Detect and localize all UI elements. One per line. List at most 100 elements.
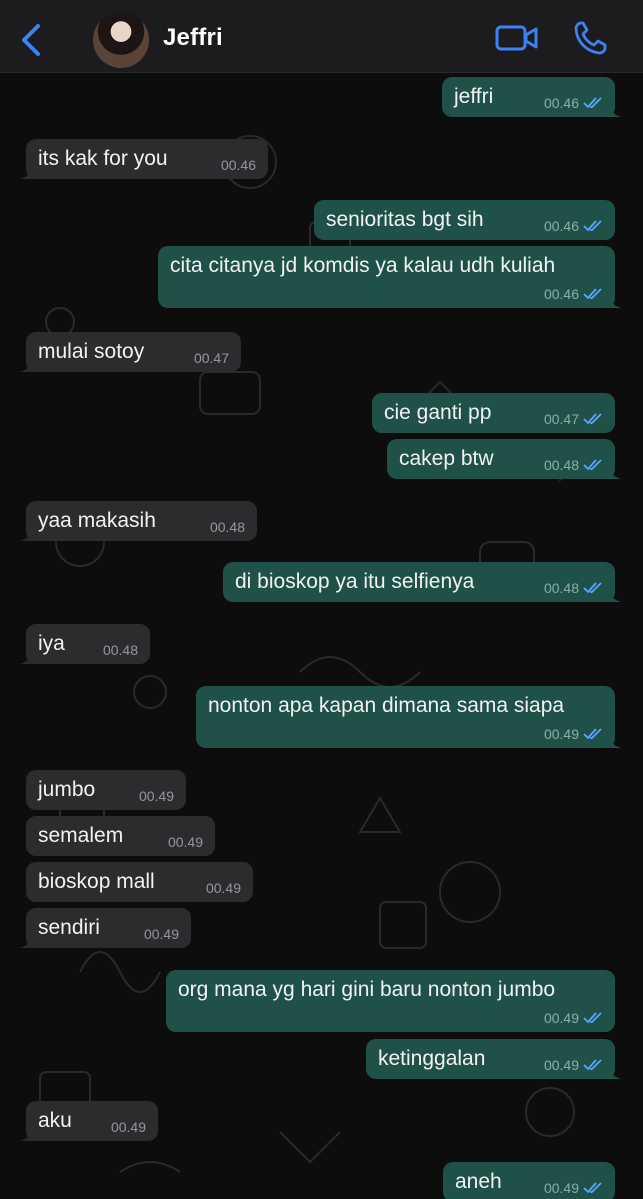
message-time: 00.48: [543, 580, 579, 596]
bubble-tail: [608, 586, 622, 602]
message-text: jumbo: [38, 778, 96, 801]
message-text: cita citanya jd komdis ya kalau udh kuli…: [170, 254, 556, 277]
message-time: 00.47: [193, 350, 229, 366]
message-bubble-incoming[interactable]: mulai sotoy 00.47: [19, 332, 241, 372]
message-meta: 00.49: [544, 1010, 603, 1026]
contact-name[interactable]: Jeffri: [163, 24, 223, 52]
message-time: 00.48: [209, 519, 245, 535]
message-time: 00.48: [543, 457, 579, 473]
message-text: iya: [38, 632, 65, 655]
bubble-tail: [19, 932, 33, 948]
message-time: 00.46: [543, 95, 579, 111]
message-meta: 00.49: [544, 1180, 603, 1196]
message-bubble-incoming[interactable]: its kak for you 00.46: [19, 139, 268, 179]
bubble-tail: [608, 732, 622, 748]
message-meta: 00.46: [544, 286, 603, 302]
read-receipt-icon: [583, 582, 602, 594]
message-bubble-outgoing[interactable]: nonton apa kapan dimana sama siapa 00.49: [196, 686, 622, 748]
message-meta: 00.46: [544, 218, 603, 234]
message-bubble-outgoing[interactable]: org mana yg hari gini baru nonton jumbo …: [166, 970, 615, 1032]
message-meta: 00.49: [168, 834, 203, 850]
message-time: 00.46: [543, 286, 579, 302]
message-text: di bioskop ya itu selfienya: [235, 570, 475, 593]
message-text: mulai sotoy: [38, 340, 145, 363]
message-meta: 00.49: [206, 880, 241, 896]
message-time: 00.49: [543, 1010, 579, 1026]
message-meta: 00.49: [544, 726, 603, 742]
message-bubble-outgoing[interactable]: ketinggalan 00.49: [366, 1039, 622, 1079]
message-time: 00.49: [138, 788, 174, 804]
message-bubble-incoming[interactable]: iya 00.48: [19, 624, 150, 664]
message-bubble-outgoing[interactable]: cie ganti pp 00.47: [372, 393, 615, 433]
bubble-tail: [19, 648, 33, 664]
message-meta: 00.48: [210, 519, 245, 535]
message-text: sendiri: [38, 916, 100, 939]
message-text: its kak for you: [38, 147, 168, 170]
message-time: 00.49: [110, 1119, 146, 1135]
message-meta: 00.47: [194, 350, 229, 366]
message-time: 00.49: [143, 926, 179, 942]
message-text: cakep btw: [399, 447, 494, 470]
message-bubble-incoming[interactable]: jumbo 00.49: [26, 770, 186, 810]
message-text: ketinggalan: [378, 1047, 486, 1070]
message-time: 00.49: [167, 834, 203, 850]
bubble-tail: [608, 292, 622, 308]
message-text: aneh: [455, 1170, 502, 1193]
message-text: org mana yg hari gini baru nonton jumbo: [178, 978, 556, 1001]
message-bubble-incoming[interactable]: yaa makasih 00.48: [19, 501, 257, 541]
message-text: yaa makasih: [38, 509, 156, 532]
message-meta: 00.49: [144, 926, 179, 942]
message-bubble-incoming[interactable]: bioskop mall 00.49: [26, 862, 253, 902]
message-meta: 00.48: [544, 457, 603, 473]
bubble-tail: [19, 356, 33, 372]
avatar[interactable]: [93, 12, 149, 68]
message-meta: 00.47: [544, 411, 603, 427]
message-meta: 00.48: [544, 580, 603, 596]
chat-header: Jeffri: [0, 0, 643, 73]
message-time: 00.48: [102, 642, 138, 658]
read-receipt-icon: [583, 728, 602, 740]
message-bubble-outgoing[interactable]: di bioskop ya itu selfienya 00.48: [223, 562, 622, 602]
message-text: cie ganti pp: [384, 401, 492, 424]
bubble-tail: [19, 525, 33, 541]
message-meta: 00.49: [139, 788, 174, 804]
read-receipt-icon: [583, 288, 602, 300]
read-receipt-icon: [583, 1012, 602, 1024]
message-text: aku: [38, 1109, 72, 1132]
message-time: 00.49: [205, 880, 241, 896]
message-meta: 00.46: [221, 157, 256, 173]
bubble-tail: [608, 463, 622, 479]
message-time: 00.49: [543, 1180, 579, 1196]
message-bubble-outgoing[interactable]: jeffri 00.46: [442, 77, 622, 117]
read-receipt-icon: [583, 97, 602, 109]
read-receipt-icon: [583, 1182, 602, 1194]
message-meta: 00.49: [111, 1119, 146, 1135]
chevron-left-icon[interactable]: [16, 20, 46, 60]
read-receipt-icon: [583, 220, 602, 232]
phone-icon[interactable]: [573, 20, 607, 56]
message-text: senioritas bgt sih: [326, 208, 484, 231]
message-bubble-outgoing[interactable]: senioritas bgt sih 00.46: [314, 200, 615, 240]
bubble-tail: [608, 101, 622, 117]
message-text: jeffri: [454, 85, 494, 108]
message-meta: 00.48: [103, 642, 138, 658]
message-bubble-outgoing[interactable]: cakep btw 00.48: [387, 439, 622, 479]
read-receipt-icon: [583, 459, 602, 471]
read-receipt-icon: [583, 413, 602, 425]
video-camera-icon[interactable]: [495, 22, 539, 54]
message-text: semalem: [38, 824, 124, 847]
message-time: 00.49: [543, 1057, 579, 1073]
message-text: bioskop mall: [38, 870, 155, 893]
message-meta: 00.46: [544, 95, 603, 111]
message-time: 00.46: [543, 218, 579, 234]
message-bubble-incoming[interactable]: semalem 00.49: [26, 816, 215, 856]
message-bubble-incoming[interactable]: sendiri 00.49: [19, 908, 191, 948]
message-bubble-incoming[interactable]: aku 00.49: [19, 1101, 158, 1141]
message-meta: 00.49: [544, 1057, 603, 1073]
message-bubble-outgoing[interactable]: aneh 00.49: [443, 1162, 615, 1199]
message-text: nonton apa kapan dimana sama siapa: [208, 694, 565, 717]
chat-area[interactable]: jeffri 00.46 its kak for you 00.46 senio…: [0, 72, 643, 1199]
bubble-tail: [19, 1125, 33, 1141]
message-bubble-outgoing[interactable]: cita citanya jd komdis ya kalau udh kuli…: [158, 246, 622, 308]
bubble-tail: [19, 163, 33, 179]
